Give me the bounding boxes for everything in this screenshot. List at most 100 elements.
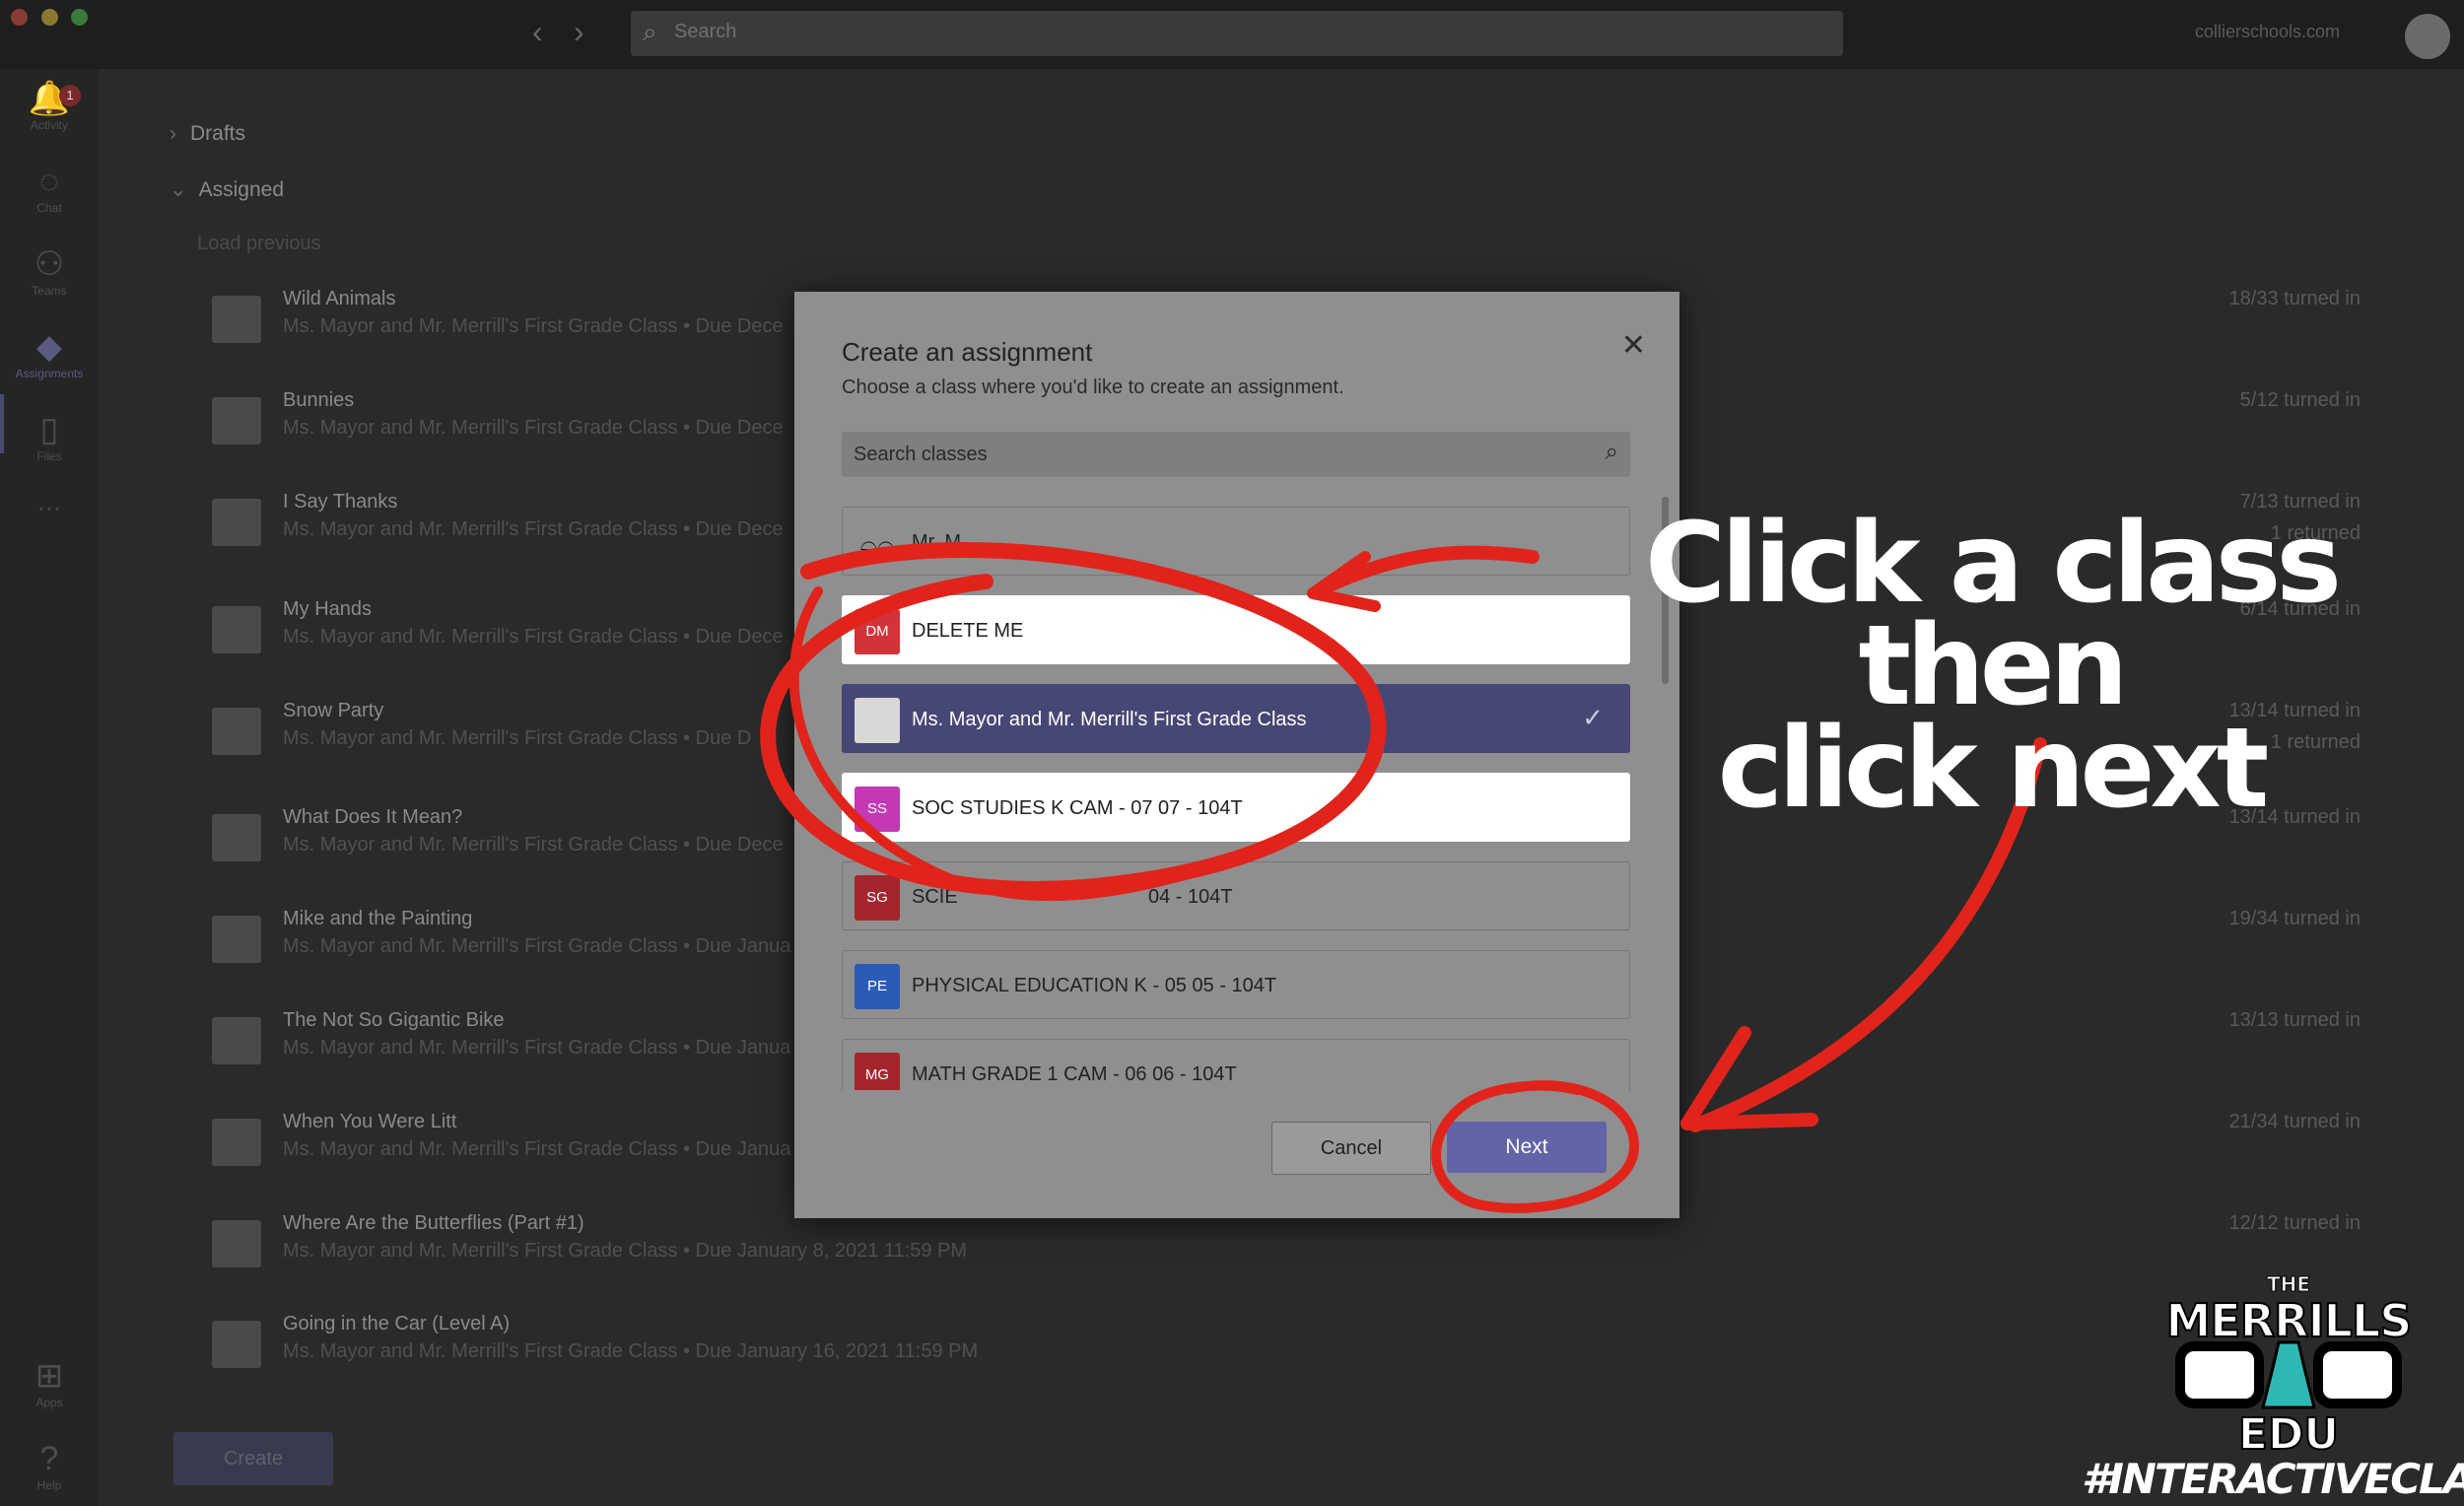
class-thumbnail bbox=[212, 1220, 261, 1267]
class-thumbnail bbox=[212, 916, 261, 963]
rail-item-activity[interactable]: 🔔 1 Activity bbox=[0, 79, 99, 132]
assignment-meta: Ms. Mayor and Mr. Merrill's First Grade … bbox=[283, 1340, 979, 1362]
next-button[interactable]: Next bbox=[1447, 1122, 1607, 1173]
assigned-section[interactable]: ⌄ Assigned bbox=[170, 177, 284, 202]
load-previous-link[interactable]: Load previous bbox=[197, 233, 321, 255]
turned-in-count: 12/12 turned in bbox=[2228, 1212, 2361, 1234]
rail-item-teams[interactable]: ⚇ Teams bbox=[0, 244, 99, 298]
list-item[interactable]: Going in the Car (Level A) Ms. Mayor and… bbox=[212, 1313, 2361, 1411]
rail-label: Files bbox=[36, 449, 62, 463]
assignment-meta: Ms. Mayor and Mr. Merrill's First Grade … bbox=[283, 935, 791, 957]
dialog-subtitle: Choose a class where you'd like to creat… bbox=[842, 376, 1344, 398]
file-icon: ▯ bbox=[39, 411, 59, 448]
class-name: SOC STUDIES K CAM - 07 07 - 104T bbox=[912, 797, 1243, 819]
class-photo-icon bbox=[855, 698, 900, 743]
annotation-text: Click a class then click next bbox=[1538, 500, 2444, 824]
assignment-meta: Ms. Mayor and Mr. Merrill's First Grade … bbox=[283, 417, 784, 439]
turned-in-count: 5/12 turned in bbox=[2239, 389, 2361, 411]
class-thumbnail bbox=[212, 397, 261, 445]
class-name-tail: 04 - 104T bbox=[1148, 886, 1233, 908]
activity-badge: 1 bbox=[59, 85, 81, 106]
turned-in-count: 19/34 turned in bbox=[2228, 908, 2361, 929]
chat-icon: ◌ bbox=[38, 163, 60, 200]
search-icon: ⌕ bbox=[1605, 439, 1618, 465]
class-thumbnail bbox=[212, 1119, 261, 1166]
chevron-right-icon: › bbox=[170, 122, 176, 145]
rail-item-files[interactable]: ▯ Files bbox=[0, 410, 99, 463]
global-search-input[interactable]: ⌕ Search bbox=[631, 11, 1843, 56]
rail-label: Help bbox=[36, 1478, 62, 1492]
class-name: Mr. M bbox=[912, 531, 961, 553]
assignment-title: When You Were Litt bbox=[283, 1111, 457, 1132]
assignment-meta: Ms. Mayor and Mr. Merrill's First Grade … bbox=[283, 727, 752, 749]
apps-icon: ⊞ bbox=[34, 1357, 64, 1395]
teams-icon: ⚇ bbox=[34, 245, 65, 283]
assignment-title: Wild Animals bbox=[283, 288, 396, 309]
assignment-meta: Ms. Mayor and Mr. Merrill's First Grade … bbox=[283, 1138, 791, 1160]
class-initials: MG bbox=[855, 1053, 900, 1090]
rail-label: Apps bbox=[35, 1396, 63, 1409]
assignment-meta: Ms. Mayor and Mr. Merrill's First Grade … bbox=[283, 834, 784, 856]
class-initials: SS bbox=[855, 787, 900, 832]
avatar[interactable] bbox=[2405, 14, 2450, 59]
logo-edu: EDU bbox=[2238, 1409, 2339, 1460]
turned-in-count: 18/33 turned in bbox=[2228, 288, 2361, 309]
assignment-meta: Ms. Mayor and Mr. Merrill's First Grade … bbox=[283, 315, 784, 337]
hashtag-text: #INTERACTIVECLASS bbox=[2082, 1455, 2464, 1503]
drafts-label: Drafts bbox=[190, 122, 246, 145]
dialog-title: Create an assignment bbox=[842, 337, 1093, 367]
turned-in-count: 21/34 turned in bbox=[2228, 1111, 2361, 1132]
class-name: SCIE bbox=[912, 886, 958, 908]
rail-item-chat[interactable]: ◌ Chat bbox=[0, 162, 99, 215]
bell-icon: 🔔 bbox=[28, 80, 71, 117]
rail-label: Teams bbox=[32, 284, 67, 298]
class-item[interactable]: SS SOC STUDIES K CAM - 07 07 - 104T bbox=[842, 773, 1630, 842]
assignment-title: I Say Thanks bbox=[283, 491, 398, 513]
class-initials: DM bbox=[855, 609, 900, 654]
dress-icon bbox=[2261, 1340, 2316, 1409]
assignment-title: What Does It Mean? bbox=[283, 806, 463, 828]
rail-item-assignments[interactable]: ◆ Assignments bbox=[0, 327, 99, 380]
class-item-selected[interactable]: Ms. Mayor and Mr. Merrill's First Grade … bbox=[842, 684, 1630, 753]
turned-in-count: 13/13 turned in bbox=[2228, 1009, 2361, 1031]
minimize-window-button[interactable] bbox=[41, 9, 58, 26]
class-thumbnail bbox=[212, 814, 261, 861]
search-icon: ⌕ bbox=[643, 17, 657, 46]
cancel-button[interactable]: Cancel bbox=[1271, 1122, 1431, 1175]
list-item[interactable]: Where Are the Butterflies (Part #1) Ms. … bbox=[212, 1212, 2361, 1311]
class-name: DELETE ME bbox=[912, 620, 1024, 642]
glasses-left-lens bbox=[2175, 1341, 2264, 1408]
assignment-meta: Ms. Mayor and Mr. Merrill's First Grade … bbox=[283, 518, 784, 540]
class-item[interactable]: DM DELETE ME bbox=[842, 595, 1630, 664]
assignments-icon: ◆ bbox=[35, 328, 63, 366]
close-icon[interactable]: ✕ bbox=[1621, 331, 1646, 361]
search-classes-input[interactable]: Search classes ⌕ bbox=[842, 432, 1630, 477]
annotation-line-1: Click a class then bbox=[1644, 500, 2342, 730]
class-thumbnail bbox=[212, 708, 261, 755]
class-initials: PE bbox=[855, 964, 900, 1009]
class-item[interactable]: ⌓⌓ Mr. M bbox=[842, 507, 1630, 576]
class-item[interactable]: PE PHYSICAL EDUCATION K - 05 05 - 104T bbox=[842, 950, 1630, 1019]
glasses-right-lens bbox=[2313, 1341, 2402, 1408]
class-item[interactable]: SG SCIE 04 - 104T bbox=[842, 861, 1630, 930]
title-bar: ‹ › ⌕ Search collierschools.com bbox=[0, 0, 2464, 69]
rail-item-apps[interactable]: ⊞ Apps bbox=[0, 1356, 99, 1409]
assignment-title: Where Are the Butterflies (Part #1) bbox=[283, 1212, 584, 1234]
assignment-title: Snow Party bbox=[283, 700, 384, 721]
class-thumbnail bbox=[212, 296, 261, 343]
forward-arrow-icon[interactable]: › bbox=[574, 14, 584, 50]
rail-item-help[interactable]: ? Help bbox=[0, 1439, 99, 1492]
more-apps-button[interactable]: ··· bbox=[0, 495, 99, 522]
drafts-section[interactable]: › Drafts bbox=[170, 122, 245, 146]
search-placeholder: Search bbox=[674, 21, 737, 42]
maximize-window-button[interactable] bbox=[71, 9, 88, 26]
class-name: Ms. Mayor and Mr. Merrill's First Grade … bbox=[912, 709, 1307, 730]
close-window-button[interactable] bbox=[11, 9, 28, 26]
create-button[interactable]: Create bbox=[173, 1432, 333, 1485]
assigned-label: Assigned bbox=[198, 178, 284, 201]
class-item[interactable]: MG MATH GRADE 1 CAM - 06 06 - 104T bbox=[842, 1039, 1630, 1090]
assignment-title: My Hands bbox=[283, 598, 373, 620]
assignment-title: Bunnies bbox=[283, 389, 355, 411]
back-arrow-icon[interactable]: ‹ bbox=[532, 14, 543, 50]
logo-merrills: MERRILLS bbox=[2166, 1294, 2412, 1347]
